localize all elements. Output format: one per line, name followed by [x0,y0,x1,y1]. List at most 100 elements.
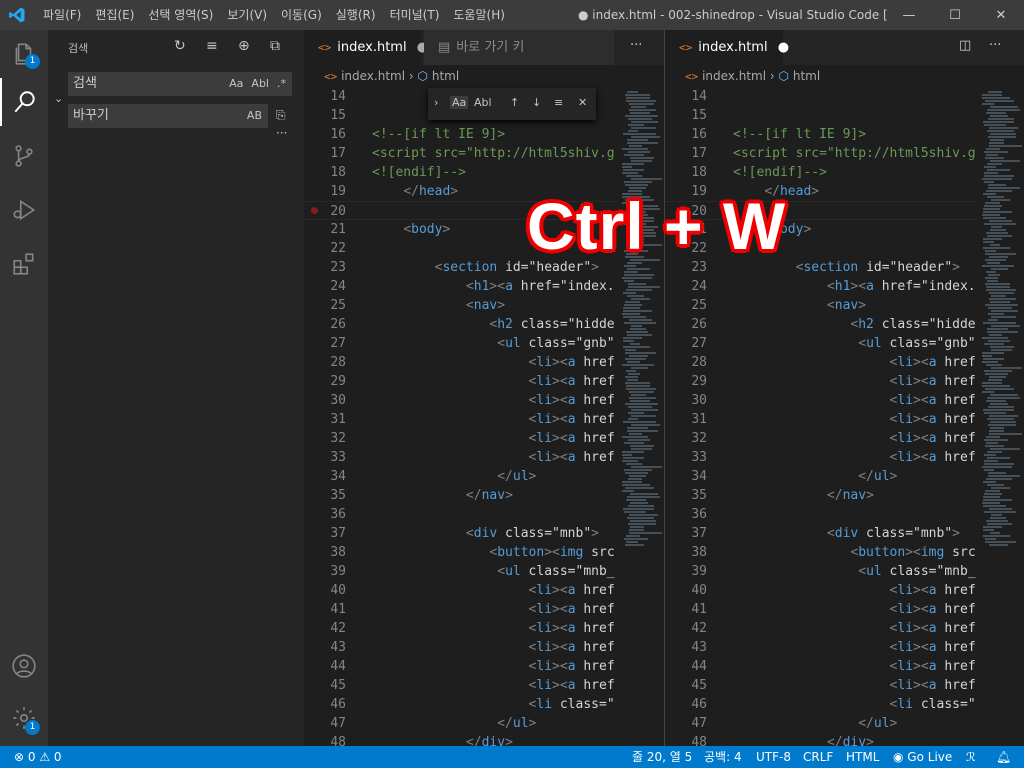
code-line[interactable]: 32 <li><a href [665,429,1024,448]
tab-index-html[interactable]: <> index.html ● [665,30,789,65]
close-find-icon[interactable]: ✕ [578,96,587,109]
code-line[interactable]: 45 <li><a href [304,676,664,695]
minimap[interactable] [978,87,1024,746]
code-line[interactable]: 16 <!--[if lt IE 9]> [304,125,664,144]
minimap[interactable] [618,87,664,746]
menu-view[interactable]: 보기(V) [220,0,274,30]
menu-help[interactable]: 도움말(H) [446,0,512,30]
code-line[interactable]: 14 [665,87,1024,106]
code-line[interactable]: 37 <div class="mnb"> [304,524,664,543]
code-line[interactable]: 32 <li><a href [304,429,664,448]
new-search-editor-icon[interactable]: ⊕ [238,38,250,54]
code-line[interactable]: 46 <li class=" [665,695,1024,714]
code-line[interactable]: 42 <li><a href [665,619,1024,638]
replace-all-icon[interactable]: ⎘ [276,108,286,123]
code-line[interactable]: 29 <li><a href [304,372,664,391]
code-line[interactable]: 16 <!--[if lt IE 9]> [665,125,1024,144]
collapse-all-icon[interactable]: ⧉ [270,38,280,54]
code-line[interactable]: 15 [665,106,1024,125]
search-view-button[interactable] [0,78,48,126]
code-line[interactable]: 47 </ul> [665,714,1024,733]
editor-more-actions[interactable]: ··· [630,38,642,53]
code-line[interactable]: 41 <li><a href [665,600,1024,619]
menu-file[interactable]: 파일(F) [36,0,88,30]
code-line[interactable]: 48 </div> [665,733,1024,746]
breadcrumb-file[interactable]: index.html [341,69,405,83]
end-of-line[interactable]: CRLF [803,746,833,768]
code-line[interactable]: 40 <li><a href [665,581,1024,600]
run-debug-button[interactable] [0,186,48,234]
menu-go[interactable]: 이동(G) [274,0,329,30]
code-line[interactable]: 36 [304,505,664,524]
code-line[interactable]: 27 <ul class="gnb" [304,334,664,353]
code-line[interactable]: 26 <h2 class="hidde [665,315,1024,334]
code-line[interactable]: 38 <button><img src [304,543,664,562]
code-line[interactable]: 37 <div class="mnb"> [665,524,1024,543]
cursor-position[interactable]: 줄 20, 열 5 [632,746,692,768]
code-line[interactable]: 18 <![endif]--> [665,163,1024,182]
close-window-button[interactable]: ✕ [978,0,1024,30]
expand-replace-chevron-icon[interactable]: › [434,96,438,109]
unsaved-dot-icon[interactable]: ● [778,40,789,55]
find-word-toggle[interactable]: Abl [474,96,492,109]
indentation[interactable]: 공백: 4 [704,746,742,768]
code-line[interactable]: 25 <nav> [665,296,1024,315]
code-line[interactable]: 41 <li><a href [304,600,664,619]
extensions-button[interactable] [0,240,48,288]
code-line[interactable]: 44 <li><a href [304,657,664,676]
code-line[interactable]: 18 <![endif]--> [304,163,664,182]
match-whole-word-toggle[interactable]: Abl [249,72,271,96]
code-line[interactable]: 34 </ul> [304,467,664,486]
code-line[interactable]: 42 <li><a href [304,619,664,638]
code-area[interactable]: 14 15 16 <!--[if lt IE 9]> 17 <script src="ht… [665,87,1024,746]
toggle-replace-chevron-icon[interactable]: ⌄ [54,92,63,105]
problems-indicator[interactable]: ⊗ 0 ⚠ 0 [14,746,62,768]
code-line[interactable]: 24 <h1><a href="index. [665,277,1024,296]
menu-edit[interactable]: 편집(E) [88,0,141,30]
code-line[interactable]: 30 <li><a href [304,391,664,410]
code-line[interactable]: 43 <li><a href [304,638,664,657]
encoding[interactable]: UTF-8 [756,746,791,768]
find-case-toggle[interactable]: Aa [450,96,469,109]
clear-results-icon[interactable]: ≡ [206,38,218,54]
code-line[interactable]: 24 <h1><a href="index. [304,277,664,296]
next-match-icon[interactable]: ↓ [532,96,541,109]
use-regex-toggle[interactable]: .* [275,72,288,96]
code-line[interactable]: 34 </ul> [665,467,1024,486]
code-line[interactable]: 28 <li><a href [665,353,1024,372]
code-line[interactable]: 35 </nav> [304,486,664,505]
breadcrumb-node[interactable]: html [432,69,459,83]
code-line[interactable]: 31 <li><a href [665,410,1024,429]
code-line[interactable]: 25 <nav> [304,296,664,315]
feedback-icon[interactable]: ℛ [966,746,976,768]
code-line[interactable]: 17 <script src="http://html5shiv.g [304,144,664,163]
code-line[interactable]: 33 <li><a href [665,448,1024,467]
code-line[interactable]: 33 <li><a href [304,448,664,467]
maximize-button[interactable]: ☐ [932,0,978,30]
code-line[interactable]: 36 [665,505,1024,524]
code-line[interactable]: 48 </div> [304,733,664,746]
toggle-search-details[interactable]: ··· [276,126,287,140]
minimize-button[interactable]: — [886,0,932,30]
breakpoint-icon[interactable] [311,207,318,214]
match-case-toggle[interactable]: Aa [227,72,245,96]
notifications-bell-icon[interactable]: 🔔︎ [996,746,1011,768]
code-line[interactable]: 46 <li class=" [304,695,664,714]
tab-keyboard-shortcuts[interactable]: ▤ 바로 가기 키 [424,30,614,65]
code-line[interactable]: 47 </ul> [304,714,664,733]
preserve-case-toggle[interactable]: AB [245,104,264,128]
code-line[interactable]: 30 <li><a href [665,391,1024,410]
code-line[interactable]: 45 <li><a href [665,676,1024,695]
code-line[interactable]: 31 <li><a href [304,410,664,429]
language-mode[interactable]: HTML [846,746,879,768]
tab-index-html[interactable]: <> index.html ● [304,30,428,65]
explorer-button[interactable]: 1 [0,30,48,78]
accounts-button[interactable] [0,642,48,690]
split-editor-icon[interactable]: ◫ [959,38,971,53]
code-line[interactable]: 27 <ul class="gnb" [665,334,1024,353]
code-line[interactable]: 26 <h2 class="hidde [304,315,664,334]
code-line[interactable]: 43 <li><a href [665,638,1024,657]
search-input[interactable]: 검색 Aa Abl .* [68,72,292,96]
find-in-selection-icon[interactable]: ≡ [554,96,563,109]
code-line[interactable]: 38 <button><img src [665,543,1024,562]
